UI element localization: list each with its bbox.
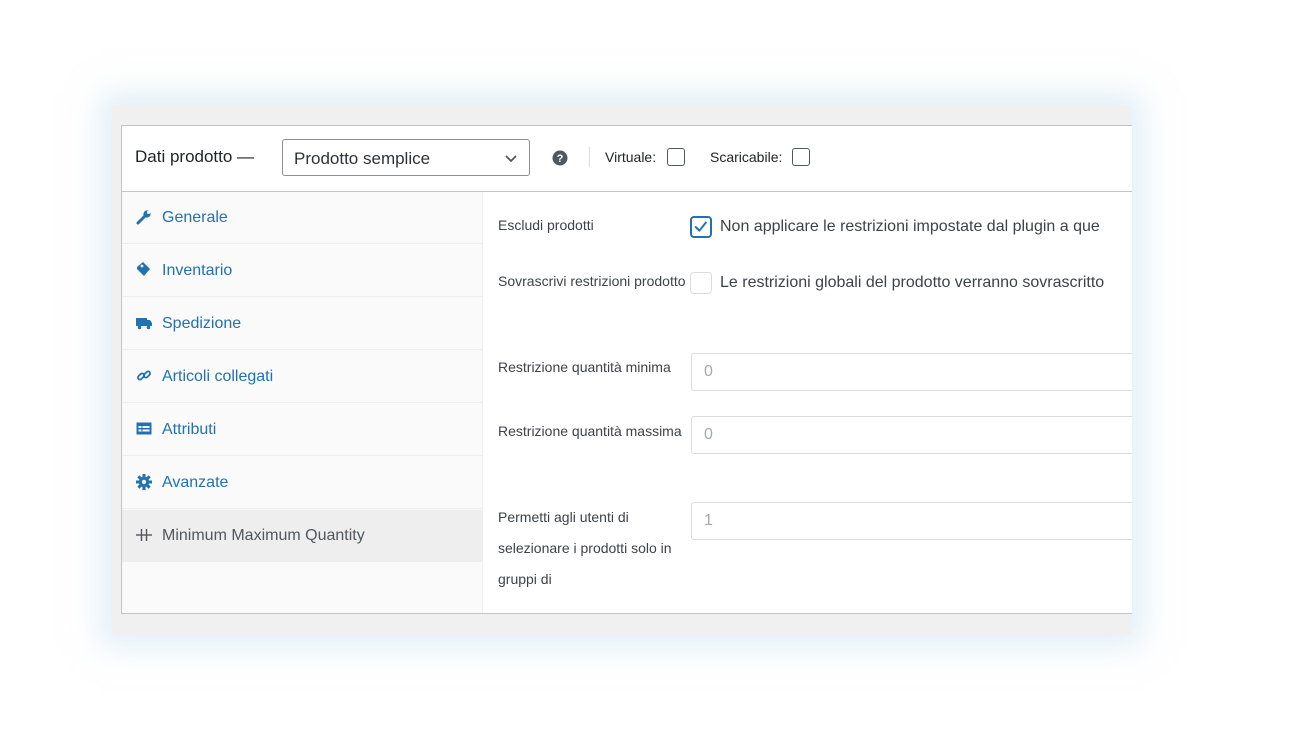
tab-label: Minimum Maximum Quantity xyxy=(162,527,365,544)
override-restrictions-description: Le restrizioni globali del prodotto verr… xyxy=(720,274,1105,291)
svg-text:?: ? xyxy=(557,153,564,165)
virtual-checkbox[interactable] xyxy=(667,148,685,166)
product-type-select[interactable]: Prodotto semplice xyxy=(282,139,530,176)
product-data-header: Dati prodotto — Prodotto semplice ? Virt… xyxy=(122,126,1132,192)
min-quantity-input[interactable] xyxy=(691,353,1132,391)
tab-label: Inventario xyxy=(162,262,233,279)
tab-label: Spedizione xyxy=(162,315,242,332)
product-data-panel: Dati prodotto — Prodotto semplice ? Virt… xyxy=(121,125,1132,614)
tab-inventario[interactable]: Inventario xyxy=(122,245,482,297)
product-data-tabs: Generale Inventario Spedizione Articoli … xyxy=(122,192,483,613)
group-of-label: Permetti agli utenti di selezionare i pr… xyxy=(498,509,672,587)
tab-minimum-maximum-quantity[interactable]: Minimum Maximum Quantity xyxy=(122,510,482,562)
tag-icon xyxy=(137,262,150,276)
header-divider xyxy=(589,147,590,167)
product-data-title: Dati prodotto — xyxy=(135,147,255,166)
override-restrictions-checkbox[interactable] xyxy=(690,272,712,294)
downloadable-label: Scaricabile: xyxy=(710,149,783,165)
tab-label: Articoli collegati xyxy=(162,368,274,385)
tab-generale[interactable]: Generale xyxy=(122,192,482,244)
gear-icon xyxy=(136,474,152,490)
link-icon xyxy=(137,370,151,381)
question-circle-icon[interactable]: ? xyxy=(552,150,568,166)
max-quantity-input[interactable] xyxy=(691,416,1132,454)
virtual-label: Virtuale: xyxy=(605,149,657,165)
exclude-products-label: Escludi prodotti xyxy=(498,217,594,233)
tab-attributi[interactable]: Attributi xyxy=(122,404,482,456)
wrench-icon xyxy=(136,210,151,225)
group-of-input[interactable] xyxy=(691,502,1132,540)
tab-spedizione[interactable]: Spedizione xyxy=(122,298,482,350)
exclude-products-description: Non applicare le restrizioni impostate d… xyxy=(720,218,1100,235)
override-restrictions-label: Sovrascrivi restrizioni prodotto xyxy=(498,273,686,289)
table-icon xyxy=(136,422,152,435)
downloadable-checkbox[interactable] xyxy=(792,148,810,166)
tab-articoli-collegati[interactable]: Articoli collegati xyxy=(122,351,482,403)
truck-icon xyxy=(136,318,152,330)
tab-label: Generale xyxy=(162,209,228,226)
tab-label: Attributi xyxy=(162,421,217,438)
max-quantity-label: Restrizione quantità massima xyxy=(498,423,682,439)
min-max-quantity-options: Escludi prodotti Non applicare le restri… xyxy=(483,192,1132,613)
exclude-products-checkbox[interactable] xyxy=(690,216,712,238)
tab-label: Avanzate xyxy=(162,474,229,491)
chevron-down-icon xyxy=(505,155,517,163)
product-type-value: Prodotto semplice xyxy=(294,149,431,168)
tab-avanzate[interactable]: Avanzate xyxy=(122,457,482,509)
minmax-icon xyxy=(136,529,152,541)
min-quantity-label: Restrizione quantità minima xyxy=(498,359,671,375)
